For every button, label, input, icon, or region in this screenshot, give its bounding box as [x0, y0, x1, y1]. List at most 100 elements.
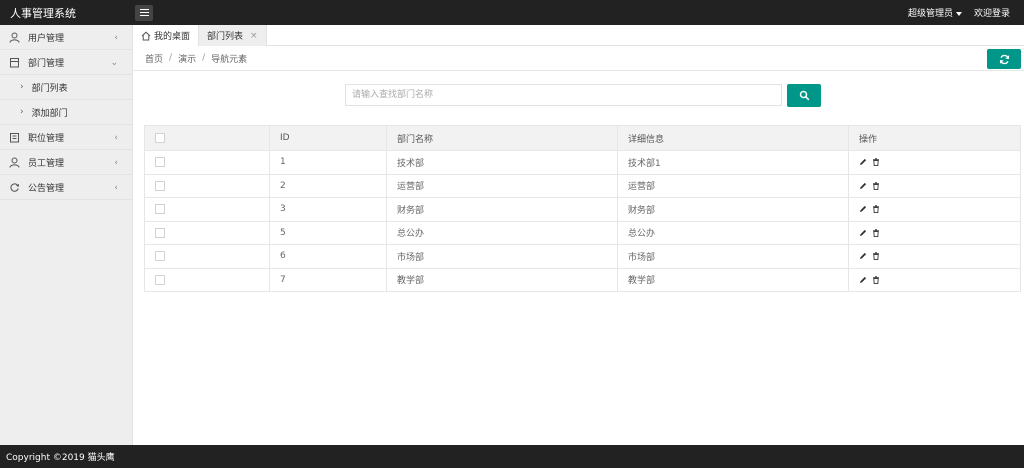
edit-icon[interactable]	[859, 158, 867, 166]
cell-detail: 总公办	[617, 220, 849, 245]
row-actions	[859, 276, 1020, 284]
user-menu-label: 超级管理员	[907, 9, 953, 19]
breadcrumb-item-demo[interactable]: 演示	[178, 52, 196, 65]
refresh-button[interactable]	[987, 49, 1021, 69]
search-icon	[799, 90, 809, 101]
search-button[interactable]	[787, 84, 821, 107]
table-row: 7 教学部 教学部	[144, 267, 1021, 292]
refresh-icon	[999, 54, 1009, 64]
select-all-checkbox[interactable]	[155, 132, 165, 143]
table-row: 1 技术部 技术部1	[144, 150, 1021, 175]
header-name: 部门名称	[386, 125, 618, 151]
tab-bar: 我的桌面 部门列表 ×	[133, 25, 1024, 46]
breadcrumb-item-current: 导航元素	[211, 54, 248, 65]
sidebar-item-positions[interactable]: 职位管理 ‹	[0, 125, 132, 150]
delete-icon[interactable]	[872, 205, 880, 214]
row-actions	[859, 229, 1020, 237]
cell-name: 技术部	[386, 150, 618, 175]
chevron-right-icon: ›	[20, 107, 24, 117]
breadcrumb-separator: /	[202, 53, 206, 63]
cell-id: 6	[269, 244, 387, 269]
table-row: 5 总公办 总公办	[144, 220, 1021, 245]
footer: Copyright ©2019 猫头鹰	[0, 445, 1024, 468]
sidebar-item-notices[interactable]: 公告管理 ‹	[0, 175, 132, 200]
chevron-left-icon: ‹	[114, 158, 118, 168]
chevron-left-icon: ‹	[114, 183, 118, 193]
close-icon[interactable]: ×	[250, 31, 258, 41]
cell-detail: 市场部	[617, 244, 849, 269]
edit-icon[interactable]	[859, 205, 867, 213]
app-title: 人事管理系统	[10, 6, 76, 20]
delete-icon[interactable]	[872, 229, 880, 237]
header-select-all	[144, 125, 270, 151]
sidebar-subitem-label: 添加部门	[31, 108, 68, 119]
sidebar-item-label: 员工管理	[28, 158, 65, 169]
delete-icon[interactable]	[872, 182, 880, 190]
sidebar-item-label: 公告管理	[28, 183, 65, 194]
table-row: 3 财务部 财务部	[144, 197, 1021, 222]
sidebar: 用户管理 ‹ 部门管理 ⌄ › 部门列表 › 添加部门 职位管理 ‹ 员工管理 …	[0, 25, 133, 445]
row-checkbox[interactable]	[155, 204, 165, 214]
edit-icon[interactable]	[859, 182, 867, 190]
search-input[interactable]	[345, 84, 782, 106]
edit-icon[interactable]	[859, 252, 867, 260]
top-bar: 人事管理系统 超级管理员 欢迎登录	[0, 0, 1024, 25]
breadcrumb-separator: /	[169, 53, 173, 63]
hamburger-icon	[139, 9, 149, 10]
delete-icon[interactable]	[872, 252, 880, 261]
row-checkbox[interactable]	[155, 227, 165, 238]
cell-name: 市场部	[386, 244, 618, 269]
tab-department-list[interactable]: 部门列表 ×	[199, 25, 267, 46]
row-actions	[859, 252, 1020, 261]
header-actions: 操作	[848, 125, 1021, 151]
cell-id: 3	[269, 197, 387, 222]
employee-icon	[9, 157, 20, 168]
row-checkbox[interactable]	[155, 157, 165, 167]
home-icon	[141, 31, 151, 40]
tab-my-desktop[interactable]: 我的桌面	[133, 25, 200, 46]
sidebar-subitem-label: 部门列表	[31, 83, 68, 94]
chevron-left-icon: ‹	[114, 133, 118, 143]
row-actions	[859, 182, 1020, 190]
edit-icon[interactable]	[859, 276, 867, 284]
row-checkbox[interactable]	[155, 274, 165, 285]
chevron-right-icon: ›	[20, 82, 24, 92]
sidebar-item-departments[interactable]: 部门管理 ⌄	[0, 50, 132, 75]
sidebar-item-label: 部门管理	[28, 58, 65, 69]
cell-name: 教学部	[386, 267, 618, 292]
cell-detail: 运营部	[617, 173, 849, 198]
row-actions	[859, 158, 1020, 167]
sidebar-item-employees[interactable]: 员工管理 ‹	[0, 150, 132, 175]
cell-id: 5	[269, 220, 387, 245]
row-checkbox[interactable]	[155, 180, 165, 191]
department-table: ID 部门名称 详细信息 操作 1 技术部 技术部1 2 运营部 运营部 3 财…	[144, 125, 1021, 292]
cell-name: 总公办	[386, 220, 618, 245]
cell-name: 运营部	[386, 173, 618, 198]
user-icon	[9, 32, 20, 43]
breadcrumb: 首页 / 演示 / 导航元素	[133, 46, 1024, 71]
copyright-text: Copyright ©2019 猫头鹰	[6, 453, 115, 463]
cell-id: 2	[269, 173, 387, 198]
row-actions	[859, 205, 1020, 214]
edit-icon[interactable]	[859, 229, 867, 237]
department-icon	[9, 57, 20, 68]
sidebar-subitem-add-department[interactable]: › 添加部门	[0, 100, 132, 125]
delete-icon[interactable]	[872, 276, 880, 284]
cell-detail: 教学部	[617, 267, 849, 292]
caret-down-icon	[955, 11, 962, 16]
sidebar-item-label: 用户管理	[28, 33, 65, 44]
row-checkbox[interactable]	[155, 251, 165, 261]
tab-label: 我的桌面	[154, 32, 191, 42]
sidebar-subitem-department-list[interactable]: › 部门列表	[0, 75, 132, 100]
breadcrumb-item-home[interactable]: 首页	[145, 52, 163, 65]
sidebar-item-users[interactable]: 用户管理 ‹	[0, 25, 132, 50]
cell-id: 7	[269, 267, 387, 292]
tab-label: 部门列表	[207, 32, 244, 42]
notice-icon	[9, 182, 20, 193]
delete-icon[interactable]	[872, 158, 880, 167]
cell-id: 1	[269, 150, 387, 175]
table-header-row: ID 部门名称 详细信息 操作	[144, 125, 1021, 151]
user-menu[interactable]: 超级管理员	[908, 6, 962, 19]
welcome-link[interactable]: 欢迎登录	[974, 6, 1010, 19]
menu-toggle-button[interactable]	[135, 4, 153, 21]
